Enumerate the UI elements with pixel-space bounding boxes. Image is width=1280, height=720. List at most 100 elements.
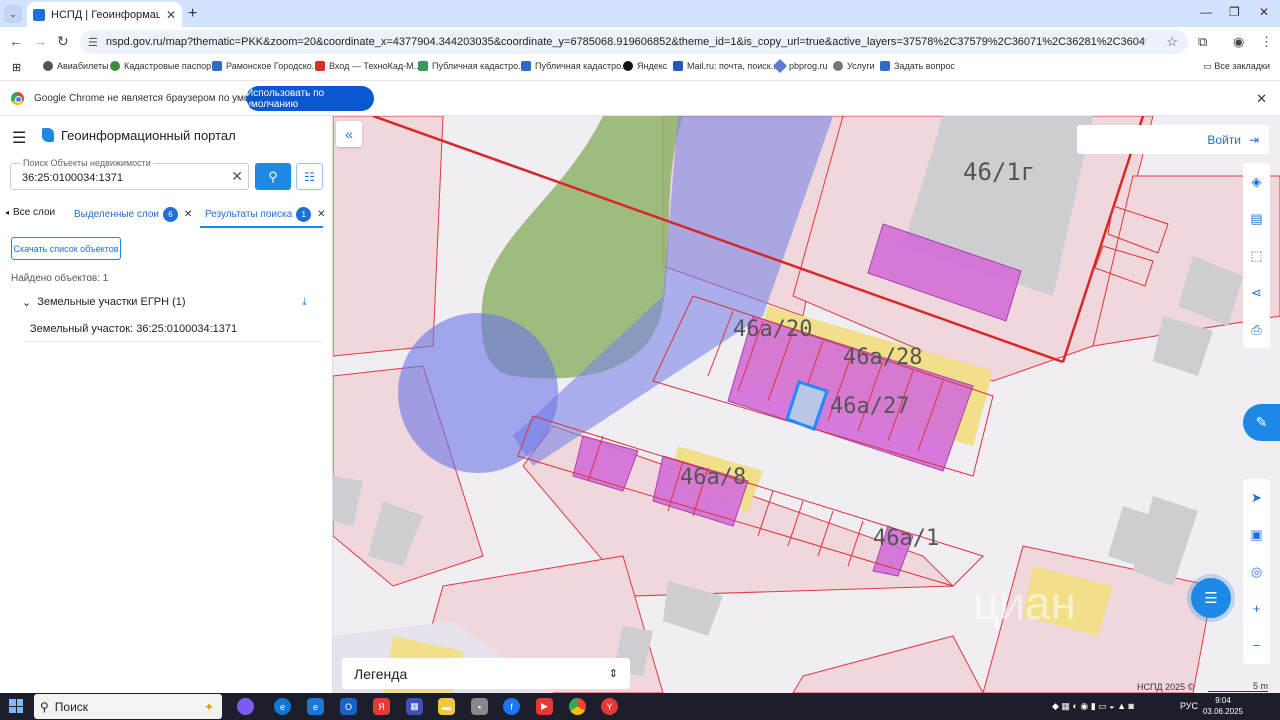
clock[interactable]: 9:04 03.06.2025 (1198, 695, 1248, 717)
yandex-icon[interactable]: Я (373, 698, 390, 715)
extensions-icon[interactable]: ⧉ (1198, 34, 1207, 50)
layers-icon[interactable]: ◈ (1243, 163, 1270, 200)
search-input[interactable]: Поиск Объекты недвижимости 36:25:0100034… (10, 158, 249, 190)
bookmark-item[interactable]: Авиабилеты (43, 61, 109, 71)
url-text: nspd.gov.ru/map?thematic=PKK&zoom=20&coo… (105, 36, 1146, 48)
zoom-in-icon[interactable]: + (1243, 590, 1270, 627)
chrome-icon[interactable] (569, 698, 586, 715)
app-icon[interactable]: ▦ (406, 698, 423, 715)
outlook-icon[interactable]: O (340, 698, 357, 715)
map-label: 46а/8 (680, 465, 747, 490)
chat-bubble-icon: ✎ (1255, 414, 1268, 430)
tab-search-results[interactable]: Результаты поиска 1 ✕ (205, 207, 326, 222)
feedback-button[interactable]: ✎ (1243, 404, 1280, 441)
filter-button[interactable]: ☷ (296, 163, 323, 190)
result-item[interactable]: Земельный участок: 36:25:0100034:1371 (24, 318, 322, 342)
start-icon[interactable] (9, 699, 23, 713)
legend-dropdown[interactable]: Легенда ⇕ (342, 658, 630, 689)
hamburger-menu-icon[interactable]: ☰ (12, 128, 26, 148)
tab-all-layers[interactable]: ◂ Все слои (5, 207, 55, 218)
bookmark-item[interactable]: Услуги (833, 61, 875, 71)
clear-search-icon[interactable]: ✕ (231, 168, 243, 185)
sliders-icon: ☷ (304, 169, 315, 184)
count-badge: 6 (163, 207, 178, 222)
bookmark-icon (880, 61, 890, 71)
language-indicator[interactable]: РУС (1180, 701, 1198, 711)
apps-grid-icon[interactable]: ⊞ (12, 61, 21, 74)
bookmark-item[interactable]: Задать вопрос (880, 61, 955, 71)
tray-icons[interactable]: ◆ ▦ ◐ ◉ ▮ ▭ ◒ ▲ ◙ (1052, 701, 1134, 712)
bookmark-item[interactable]: Вход — ТехноКад-М... (315, 61, 421, 71)
parcel[interactable] (792, 635, 984, 693)
print-icon[interactable]: ⎙ (1243, 311, 1270, 348)
search-button[interactable]: ⚲ (255, 163, 291, 190)
bookmark-item[interactable]: Рамонское Городско... (212, 61, 319, 71)
building[interactable] (1133, 496, 1198, 586)
edge-icon[interactable]: e (274, 698, 291, 715)
bookmark-star-icon[interactable]: ☆ (1166, 34, 1178, 50)
bookmark-item[interactable]: Яндекс (623, 61, 667, 71)
minimize-icon[interactable]: — (1200, 5, 1212, 19)
share-icon[interactable]: ⋖ (1243, 274, 1270, 311)
browser-toolbar: ← → ↻ ☰ nspd.gov.ru/map?thematic=PKK&zoo… (0, 27, 1280, 57)
bookmark-icon (43, 61, 53, 71)
file-explorer-icon[interactable]: ▬ (438, 698, 455, 715)
close-window-icon[interactable]: ✕ (1259, 5, 1269, 19)
taskbar-search[interactable]: ⚲ Поиск ✦ (34, 694, 222, 719)
select-area-icon[interactable]: ⬚ (1243, 237, 1270, 274)
map-view[interactable]: 46/1г 46а/20 46а/28 46а/27 46а/8 46а/1 ц… (333, 116, 1280, 693)
bookmark-item[interactable]: Кадастровые паспор... (110, 61, 219, 71)
windows-taskbar: ⚲ Поиск ✦ e e O Я ▦ ▬ ▪ f ▶ Y ◆ ▦ ◐ ◉ ▮ … (0, 693, 1280, 720)
tab-search-button[interactable]: ⌄ (4, 5, 22, 23)
portal-title: Геоинформационный портал (61, 128, 236, 143)
double-chevron-left-icon: « (345, 126, 353, 142)
login-button[interactable]: Войти ⇥ (1077, 125, 1269, 154)
bookmark-item[interactable]: Публичная кадастро... (418, 61, 526, 71)
bookmark-item[interactable]: Публичная кадастро... (521, 61, 629, 71)
app-icon[interactable]: f (503, 698, 520, 715)
download-icon[interactable]: ⤓ (302, 296, 307, 309)
parcel[interactable] (333, 116, 444, 357)
ruler-icon[interactable]: ▤ (1243, 200, 1270, 237)
yandex-browser-icon[interactable]: Y (601, 698, 618, 715)
menu-icon[interactable]: ⋮ (1260, 34, 1273, 50)
protection-zone (398, 313, 558, 473)
set-default-button[interactable]: Использовать по умолчанию (246, 86, 374, 111)
address-bar[interactable]: ☰ nspd.gov.ru/map?thematic=PKK&zoom=20&c… (80, 30, 1188, 54)
site-info-icon[interactable]: ☰ (88, 36, 98, 49)
chat-button[interactable]: ☰ (1191, 578, 1231, 618)
download-list-button[interactable]: Скачать список объектов (11, 237, 121, 260)
locate-icon[interactable]: ➤ (1243, 479, 1270, 516)
map-label: 46/1г (963, 158, 1036, 186)
collapse-panel-button[interactable]: « (336, 121, 362, 147)
back-icon[interactable]: ← (9, 33, 23, 49)
watermark: циан (973, 577, 1077, 629)
chat-icon: ☰ (1204, 590, 1218, 607)
tab-selected-layers[interactable]: Выделенные слои 6 ✕ (74, 207, 192, 222)
alice-icon[interactable] (237, 698, 254, 715)
zoom-out-icon[interactable]: − (1243, 627, 1270, 664)
close-infobar-icon[interactable]: ✕ (1256, 91, 1267, 107)
bookmark-icon (521, 61, 531, 71)
forward-icon[interactable]: → (33, 33, 47, 49)
close-tab-icon[interactable]: ✕ (184, 209, 192, 220)
bookmark-item[interactable]: Mail.ru: почта, поиск... (673, 61, 778, 71)
app-icon[interactable]: ▪ (471, 698, 488, 715)
profile-icon[interactable]: ◉ (1233, 34, 1244, 50)
close-tab-icon[interactable]: ✕ (166, 8, 176, 22)
bookmark-item[interactable]: pbprog.ru (772, 58, 828, 74)
all-bookmarks[interactable]: ▭ Все закладки (1203, 61, 1270, 72)
browser-tab[interactable]: НСПД | Геоинформационный по ✕ (27, 2, 182, 27)
reload-icon[interactable]: ↻ (57, 33, 69, 50)
youtube-icon[interactable]: ▶ (536, 698, 553, 715)
geolocation-icon[interactable]: ◎ (1243, 553, 1270, 590)
scale-bar: 5 m (1208, 681, 1268, 692)
close-tab-icon[interactable]: ✕ (317, 209, 325, 220)
new-tab-button[interactable]: + (188, 5, 197, 23)
result-group-header[interactable]: ⌄ Земельные участки ЕГРН (1) (22, 296, 186, 309)
cadastral-map[interactable] (333, 116, 1280, 693)
minimap-icon[interactable]: ▣ (1243, 516, 1270, 553)
ie-icon[interactable]: e (307, 698, 324, 715)
portal-logo-icon (42, 128, 54, 142)
restore-icon[interactable]: ❐ (1229, 5, 1240, 19)
